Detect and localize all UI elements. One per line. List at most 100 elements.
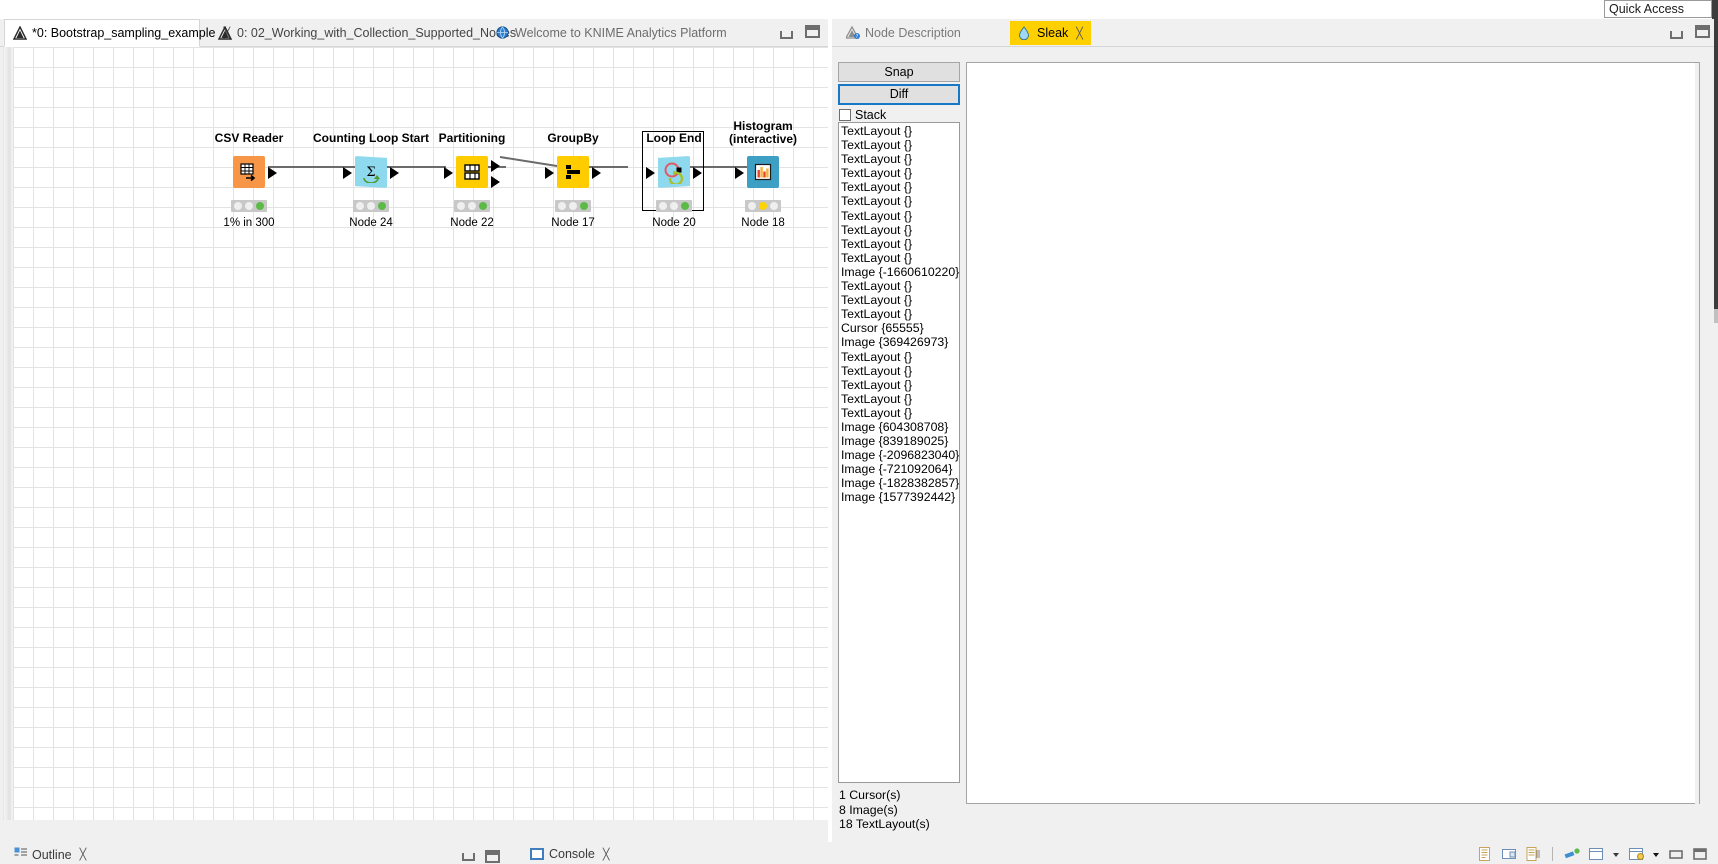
list-item[interactable]: Image {-721092064}: [841, 462, 959, 476]
list-item[interactable]: TextLayout {}: [841, 392, 959, 406]
tab-welcome-to-knime[interactable]: Welcome to KNIME Analytics Platform: [488, 19, 735, 47]
minimize-icon[interactable]: [1668, 847, 1684, 861]
status-led-executed: [681, 202, 689, 210]
tab-outline[interactable]: Outline ╳: [14, 847, 86, 862]
input-port[interactable]: [343, 167, 352, 179]
list-item[interactable]: Image {1577392442}: [841, 490, 959, 504]
list-item[interactable]: Image {-1660610220}: [841, 265, 959, 279]
output-port[interactable]: [268, 167, 277, 179]
tab-label: 0: 02_Working_with_Collection_Supported_…: [237, 26, 517, 40]
maximize-icon[interactable]: [1692, 847, 1708, 861]
output-port[interactable]: [390, 167, 399, 179]
list-item[interactable]: Cursor {65555}: [841, 321, 959, 335]
table-split-icon: [456, 156, 488, 188]
snap-button[interactable]: Snap: [838, 62, 960, 82]
maximize-icon[interactable]: [1695, 25, 1710, 38]
sleak-detail-pane[interactable]: [966, 62, 1700, 805]
minimize-icon[interactable]: [1670, 30, 1683, 39]
sleak-controls-panel: Snap Diff Stack TextLayout {} TextLayout …: [838, 62, 964, 831]
tab-console[interactable]: Console ╳: [530, 847, 610, 861]
knime-node-icon: ?: [846, 26, 860, 40]
node-body[interactable]: [731, 154, 795, 198]
list-item[interactable]: TextLayout {}: [841, 209, 959, 223]
list-item[interactable]: Image {-2096823040}: [841, 448, 959, 462]
list-item[interactable]: TextLayout {}: [841, 152, 959, 166]
output-port[interactable]: [693, 167, 702, 179]
list-item[interactable]: Image {604308708}: [841, 420, 959, 434]
output-port-1[interactable]: [491, 160, 500, 172]
count-line: 18 TextLayout(s): [839, 817, 930, 831]
list-item[interactable]: TextLayout {}: [841, 279, 959, 293]
editor-tab-bar: *0: Bootstrap_sampling_example ╳ 0: 02_W…: [0, 19, 828, 47]
sleak-view-window: ? Node Description Sleak ╳ Snap Diff Sta…: [832, 19, 1718, 842]
input-port[interactable]: [545, 167, 554, 179]
scroll-lock-icon[interactable]: [1525, 847, 1541, 861]
new-console-view-icon[interactable]: [1477, 847, 1493, 861]
list-item[interactable]: TextLayout {}: [841, 364, 959, 378]
minimize-icon[interactable]: [780, 30, 793, 39]
tab-working-with-collection-supported-nodes[interactable]: 0: 02_Working_with_Collection_Supported_…: [210, 19, 524, 47]
output-port-2[interactable]: [491, 176, 500, 188]
node-body[interactable]: [440, 154, 504, 198]
diff-button[interactable]: Diff: [838, 84, 960, 105]
stack-checkbox-row[interactable]: Stack: [838, 107, 964, 123]
node-body[interactable]: [541, 154, 605, 198]
list-item[interactable]: TextLayout {}: [841, 194, 959, 208]
output-port[interactable]: [592, 167, 601, 179]
list-item[interactable]: TextLayout {}: [841, 251, 959, 265]
loop-end-icon: [658, 156, 690, 188]
list-item[interactable]: TextLayout {}: [841, 293, 959, 307]
open-console-dropdown-icon[interactable]: [1652, 847, 1660, 861]
list-item[interactable]: Image {839189025}: [841, 434, 959, 448]
input-port[interactable]: [646, 167, 655, 179]
minimize-icon[interactable]: [462, 853, 475, 861]
node-title: GroupBy: [547, 131, 599, 145]
list-item[interactable]: TextLayout {}: [841, 138, 959, 152]
display-console-icon[interactable]: [1588, 847, 1604, 861]
close-icon[interactable]: ╳: [1076, 27, 1083, 40]
list-item[interactable]: TextLayout {}: [841, 307, 959, 321]
status-led-idle: [659, 202, 667, 210]
open-console-icon[interactable]: [1628, 847, 1644, 861]
node-body[interactable]: [642, 154, 706, 198]
maximize-icon[interactable]: [485, 850, 500, 863]
node-body[interactable]: Σ: [339, 154, 403, 198]
input-port[interactable]: [735, 167, 744, 179]
status-led-configured: [759, 202, 767, 210]
groupby-icon: [557, 156, 589, 188]
list-item[interactable]: TextLayout {}: [841, 237, 959, 251]
tab-bootstrap-sampling-example[interactable]: *0: Bootstrap_sampling_example ╳: [4, 19, 230, 47]
droplet-icon: [1018, 26, 1032, 40]
node-status-leds: [231, 200, 267, 212]
clear-console-icon[interactable]: [1564, 847, 1580, 861]
list-item[interactable]: Image {369426973}: [841, 335, 959, 349]
list-item[interactable]: TextLayout {}: [841, 223, 959, 237]
tab-sleak[interactable]: Sleak ╳: [1010, 21, 1091, 45]
sleak-tab-bar: ? Node Description Sleak ╳: [832, 19, 1718, 47]
list-item[interactable]: TextLayout {}: [841, 406, 959, 420]
list-item[interactable]: TextLayout {}: [841, 378, 959, 392]
quick-access-field[interactable]: Quick Access: [1604, 0, 1712, 18]
close-icon[interactable]: ╳: [80, 848, 87, 861]
maximize-icon[interactable]: [805, 25, 820, 38]
sleak-resource-list[interactable]: TextLayout {} TextLayout {} TextLayout {} T…: [838, 122, 960, 783]
sigma-loop-icon: Σ: [355, 156, 387, 188]
display-console-dropdown-icon[interactable]: [1612, 847, 1620, 861]
tab-label: *0: Bootstrap_sampling_example: [32, 26, 216, 40]
input-port[interactable]: [444, 167, 453, 179]
list-item[interactable]: TextLayout {}: [841, 124, 959, 138]
canvas-left-scrollbar[interactable]: [3, 47, 11, 820]
stack-checkbox[interactable]: [839, 109, 851, 121]
node-body[interactable]: [217, 154, 281, 198]
tab-node-description[interactable]: ? Node Description: [838, 19, 969, 47]
globe-icon: [496, 26, 510, 40]
node-subtitle: 1% in 300: [223, 217, 275, 229]
list-item[interactable]: TextLayout {}: [841, 166, 959, 180]
sleak-detail-scrollbar[interactable]: [1695, 63, 1699, 805]
list-item[interactable]: TextLayout {}: [841, 180, 959, 194]
workflow-canvas[interactable]: CSV Reader 1% in 300 Counting Loop Start…: [13, 47, 828, 820]
list-item[interactable]: TextLayout {}: [841, 350, 959, 364]
close-icon[interactable]: ╳: [603, 848, 610, 861]
list-item[interactable]: Image {-1828382857}: [841, 476, 959, 490]
pin-console-icon[interactable]: [1501, 847, 1517, 861]
